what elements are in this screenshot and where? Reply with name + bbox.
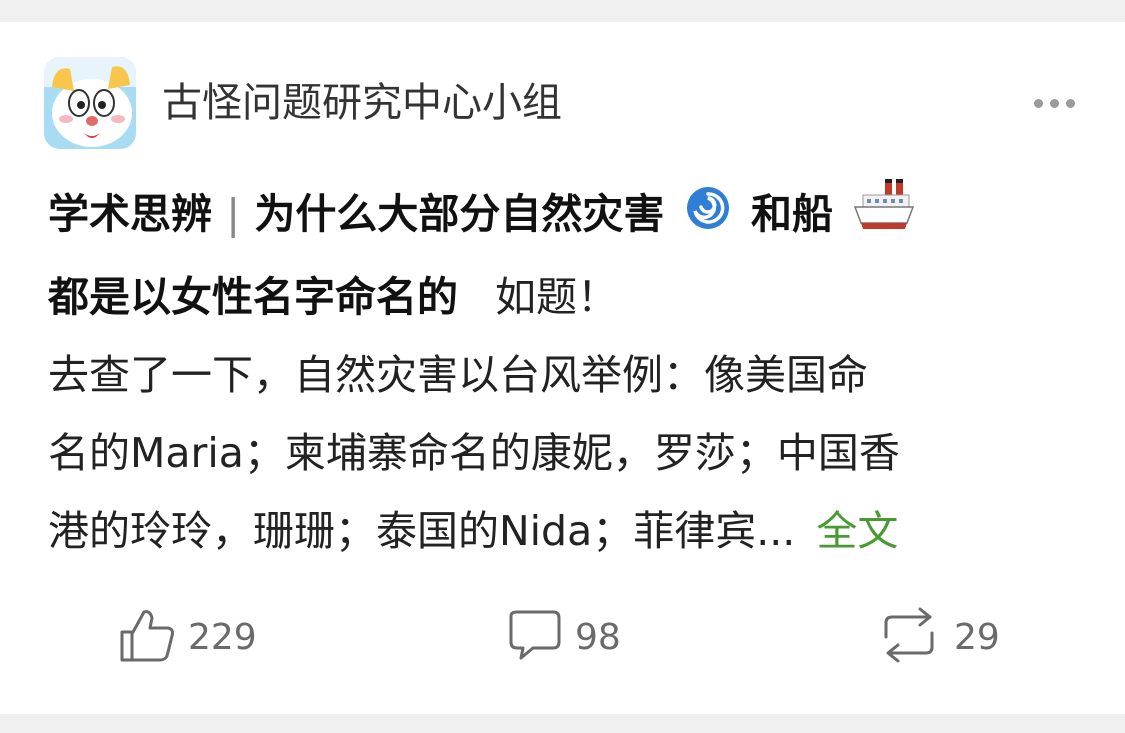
dot-icon [1033,98,1043,108]
avatar[interactable] [44,57,136,149]
more-options-icon[interactable] [1024,85,1084,121]
comment-icon [505,606,563,668]
post-header: 古怪问题研究中心小组 [44,57,1084,149]
action-bar: 229 98 29 [0,607,1125,667]
title-prefix: 学术思辨 [48,190,212,238]
avatar-image [44,57,136,149]
group-name[interactable]: 古怪问题研究中心小组 [162,77,562,129]
bottom-divider [0,714,1125,733]
post-card: 古怪问题研究中心小组 学术思辨 | 为什么大部分自然灾害 和船 都是以女性名字命… [0,22,1125,714]
comment-button[interactable]: 98 [505,607,621,667]
post-body-line-3-text: 港的玲玲，珊珊；泰国的Nida；菲律宾... [48,506,796,555]
post-body-line-2: 名的Maria；柬埔寨命名的康妮，罗莎；中国香 [48,428,900,477]
post-title-line-2: 都是以女性名字命名的 如题！ [48,258,1088,336]
dot-icon [1065,98,1075,108]
post-content[interactable]: 学术思辨 | 为什么大部分自然灾害 和船 都是以女性名字命名的 如题！ 去查了一… [48,175,1088,570]
ship-emoji-icon [853,177,915,258]
cyclone-emoji-icon [685,178,731,256]
like-button[interactable]: 229 [118,607,257,667]
repost-button[interactable]: 29 [876,607,1000,667]
dot-icon [1049,98,1059,108]
title-text-part2: 和船 [750,190,833,238]
repost-count: 29 [954,616,1000,658]
title-text-part3: 都是以女性名字命名的 [48,272,458,321]
post-body-line-3: 港的玲玲，珊珊；泰国的Nida；菲律宾... 全文 [48,492,1088,570]
post-inline-text: 如题！ [495,272,619,321]
post-body-line-1: 去查了一下，自然灾害以台风举例：像美国命 [48,350,868,399]
comment-count: 98 [575,616,621,658]
repost-icon [876,607,942,667]
title-separator: | [226,190,241,238]
post-title-line-1: 学术思辨 | 为什么大部分自然灾害 和船 [48,175,1088,258]
title-text-part1: 为什么大部分自然灾害 [254,190,665,238]
like-count: 229 [188,616,257,658]
thumbs-up-icon [118,606,176,668]
full-text-link[interactable]: 全文 [816,507,898,555]
